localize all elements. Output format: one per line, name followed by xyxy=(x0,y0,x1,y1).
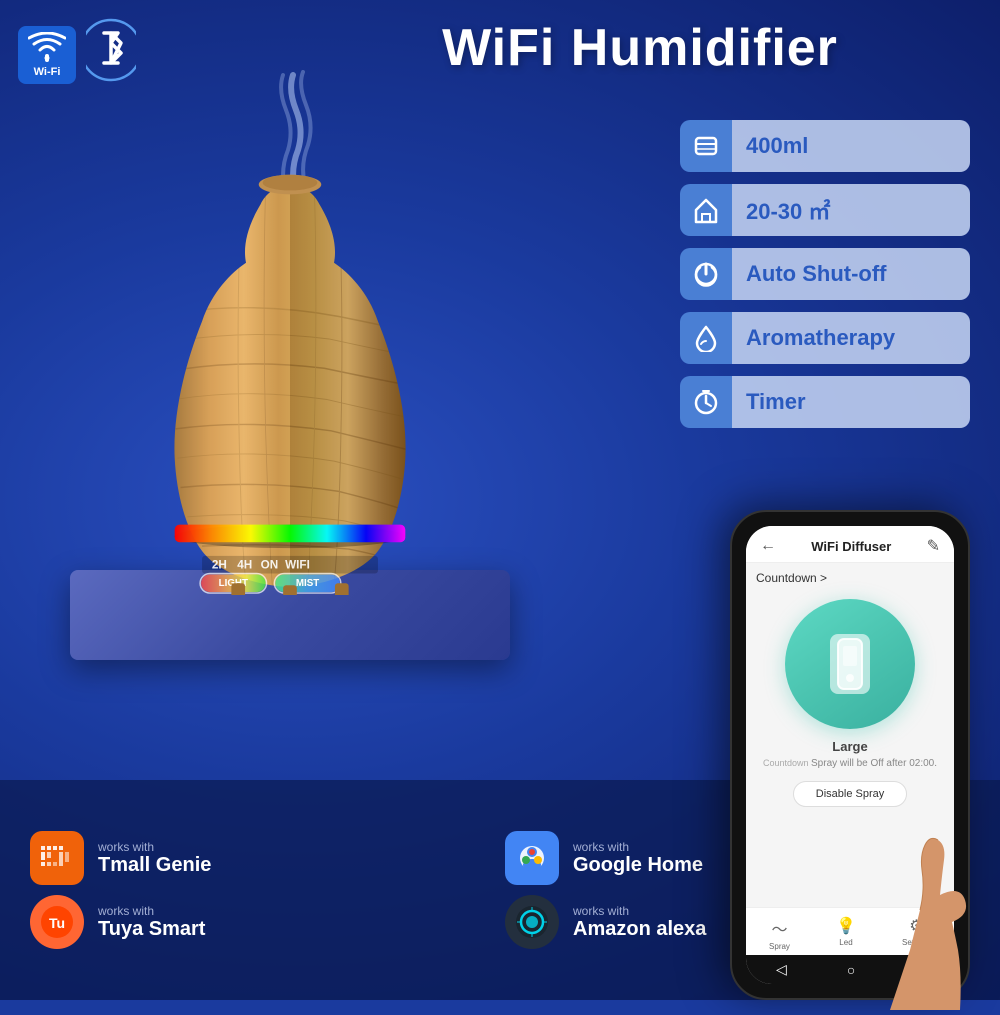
back-button[interactable]: ← xyxy=(760,537,776,555)
partner-tuya: Tu works with Tuya Smart xyxy=(30,895,495,949)
tmall-works-with: works with xyxy=(98,840,211,854)
shutoff-label-box: Auto Shut-off xyxy=(732,248,970,300)
disable-spray-button[interactable]: Disable Spray xyxy=(793,781,907,807)
svg-text:Tu: Tu xyxy=(49,915,65,931)
phone-countdown-text: Countdown Spray will be Off after 02:00. xyxy=(763,758,937,769)
countdown-row[interactable]: Countdown > xyxy=(756,571,827,585)
edit-button[interactable]: ✎ xyxy=(927,536,940,556)
svg-text:WIFI: WIFI xyxy=(285,559,310,572)
feature-aromatherapy: Aromatherapy xyxy=(680,312,970,364)
feature-coverage: 20-30 ㎡ xyxy=(680,184,970,236)
spray-label: Spray xyxy=(769,942,790,951)
partner-tmall: works with Tmall Genie xyxy=(30,831,495,885)
tmall-name: Tmall Genie xyxy=(98,854,211,877)
tuya-works-with: works with xyxy=(98,904,205,918)
nav-home[interactable]: ○ xyxy=(847,962,855,978)
capacity-label-box: 400ml xyxy=(732,120,970,172)
humidifier-display: 2H 4H ON WIFI LIGHT xyxy=(20,60,560,680)
svg-text:ON: ON xyxy=(261,559,279,572)
countdown-label: Countdown > xyxy=(756,571,827,585)
google-icon xyxy=(505,831,559,885)
tmall-icon xyxy=(30,831,84,885)
tuya-name: Tuya Smart xyxy=(98,918,205,941)
hand-holding-phone xyxy=(870,830,990,1010)
vase: 2H 4H ON WIFI LIGHT xyxy=(120,165,460,595)
spray-icon: 〜 xyxy=(771,916,787,940)
house-icon xyxy=(692,196,720,224)
svg-text:MIST: MIST xyxy=(296,578,319,589)
tuya-text: works with Tuya Smart xyxy=(98,904,205,941)
capacity-label: 400ml xyxy=(746,133,808,159)
aromatherapy-icon-box xyxy=(680,312,732,364)
coverage-icon-box xyxy=(680,184,732,236)
feature-shutoff: Auto Shut-off xyxy=(680,248,970,300)
tmall-text: works with Tmall Genie xyxy=(98,840,211,877)
led-tab[interactable]: 💡 Led xyxy=(836,916,856,951)
features-list: 400ml 20-30 ㎡ Auto Shut-off xyxy=(680,120,970,428)
spray-tab[interactable]: 〜 Spray xyxy=(769,916,790,951)
power-icon xyxy=(692,260,720,288)
shutoff-label: Auto Shut-off xyxy=(746,261,887,287)
svg-text:2H: 2H xyxy=(212,559,227,572)
capacity-icon xyxy=(692,132,720,160)
aromatherapy-label-box: Aromatherapy xyxy=(732,312,970,364)
phone-header: ← WiFi Diffuser ✎ xyxy=(746,526,954,563)
phone-display: ← WiFi Diffuser ✎ Countdown > xyxy=(670,400,990,1000)
capacity-icon-box xyxy=(680,120,732,172)
circle-control[interactable] xyxy=(785,599,915,729)
feature-capacity: 400ml xyxy=(680,120,970,172)
partners-section: works with Tmall Genie works with Google… xyxy=(0,780,1000,1000)
tuya-icon: Tu xyxy=(30,895,84,949)
device-icon xyxy=(830,634,870,694)
coverage-label-box: 20-30 ㎡ xyxy=(732,184,970,236)
shutoff-icon-box xyxy=(680,248,732,300)
nav-back[interactable]: ◁ xyxy=(776,961,787,978)
alexa-icon xyxy=(505,895,559,949)
led-label: Led xyxy=(839,938,852,947)
aromatherapy-label: Aromatherapy xyxy=(746,325,895,351)
svg-text:4H: 4H xyxy=(237,559,252,572)
phone-size-label: Large xyxy=(832,739,867,754)
drop-icon xyxy=(692,324,720,352)
coverage-label: 20-30 ㎡ xyxy=(746,194,830,226)
led-icon: 💡 xyxy=(836,916,856,936)
spray-off-text: Spray will be Off after 02:00. xyxy=(811,758,937,769)
phone-app-title: WiFi Diffuser xyxy=(811,539,891,554)
